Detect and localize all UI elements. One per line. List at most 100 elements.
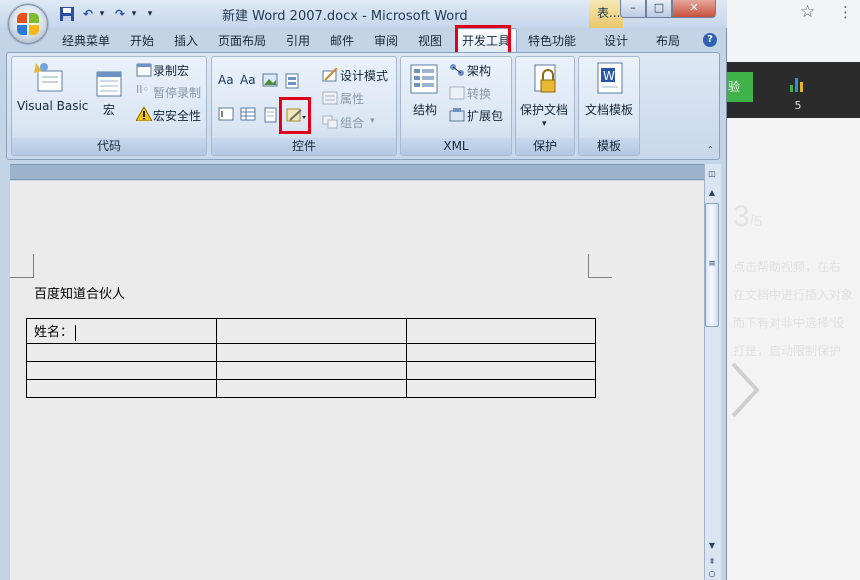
redo-dropdown-icon[interactable]: ▾ xyxy=(126,6,142,22)
group-controls: Aa Aa 设计模式 属性 组合 ▾ 控件 xyxy=(211,56,397,156)
name-label: 姓名： xyxy=(34,325,74,341)
help-icon[interactable]: ? xyxy=(703,33,717,47)
structure-button[interactable]: 结构 xyxy=(413,101,437,118)
record-macro-button[interactable]: 录制宏 xyxy=(153,62,189,79)
table-cell[interactable] xyxy=(26,361,217,380)
browser-menu-icon[interactable]: ⋮ xyxy=(838,2,853,22)
close-button[interactable]: ✕ xyxy=(672,0,716,18)
minimize-button[interactable]: – xyxy=(620,0,646,18)
table-cell[interactable] xyxy=(406,379,596,398)
background-text-line: 在文档中进行插入对象 xyxy=(733,288,854,302)
tab-design[interactable]: 设计 xyxy=(604,32,628,49)
group-xml: 结构 架构 转换 扩展包 XML xyxy=(400,56,512,156)
group-dropdown-icon: ▾ xyxy=(370,116,375,126)
transform-button: 转换 xyxy=(467,87,492,101)
minimize-ribbon-icon[interactable]: ⌃ xyxy=(707,145,714,154)
group-protect: 保护文档 ▾ 保护 xyxy=(515,56,575,156)
ruler xyxy=(10,164,704,180)
tab-view[interactable]: 视图 xyxy=(418,32,442,49)
scroll-down-icon[interactable]: ▼ xyxy=(705,540,719,552)
customize-qat-icon[interactable]: ▾ xyxy=(142,6,158,22)
pause-recording-button: 暂停录制 xyxy=(153,86,202,100)
group-templates: W 文档模板 模板 xyxy=(578,56,640,156)
margin-corner-mark xyxy=(588,254,612,278)
ribbon: Visual Basic 宏 录制宏 II◦ 暂停录制 宏安全性 代码 Aa A… xyxy=(6,52,720,160)
group-code: Visual Basic 宏 录制宏 II◦ 暂停录制 宏安全性 代码 xyxy=(11,56,207,156)
next-chevron-icon[interactable] xyxy=(731,360,771,420)
legacy-dropdown-icon[interactable] xyxy=(262,107,278,123)
background-text-line: 点击帮助视频，在右 xyxy=(733,260,842,274)
schema-button[interactable]: 架构 xyxy=(467,62,491,79)
maximize-button[interactable]: □ xyxy=(646,0,672,18)
schema-icon xyxy=(450,64,464,76)
tab-classic-menu[interactable]: 经典菜单 xyxy=(62,32,110,49)
document-template-icon: W xyxy=(597,62,623,94)
tab-mailings[interactable]: 邮件 xyxy=(330,32,354,49)
table-tools-context-tab: 表... xyxy=(589,0,623,28)
tab-page-layout[interactable]: 页面布局 xyxy=(218,32,266,49)
record-macro-icon xyxy=(136,63,152,77)
expansion-pack-button[interactable]: 扩展包 xyxy=(467,107,503,124)
view-ruler-icon[interactable]: ◫ xyxy=(705,168,719,180)
group-label-protect: 保护 xyxy=(516,138,574,155)
table-row xyxy=(26,379,596,398)
legacy-table-icon[interactable] xyxy=(240,107,256,121)
save-icon[interactable] xyxy=(59,6,75,22)
scroll-up-icon[interactable]: ▲ xyxy=(705,187,719,199)
select-browse-object-icon[interactable]: ○ xyxy=(705,568,719,580)
bookmark-star-icon[interactable]: ☆ xyxy=(800,2,820,22)
previous-page-icon[interactable]: ⇞ xyxy=(705,556,719,568)
protect-dropdown-icon[interactable]: ▾ xyxy=(542,119,547,129)
table-cell[interactable] xyxy=(216,361,407,380)
document-table[interactable]: 姓名： xyxy=(26,318,596,398)
background-text-line: 而下有对非中选择'设 xyxy=(733,316,845,330)
document-text: 百度知道合伙人 xyxy=(34,287,126,302)
group-label-code: 代码 xyxy=(12,138,206,155)
table-row xyxy=(26,343,596,362)
tab-layout[interactable]: 布局 xyxy=(656,32,680,49)
text-control-button[interactable]: Aa xyxy=(240,73,256,87)
background-step-indicator: 3/5 xyxy=(733,200,763,233)
table-cell[interactable] xyxy=(406,343,596,362)
design-mode-icon xyxy=(322,68,338,82)
picture-control-icon[interactable] xyxy=(262,73,278,87)
macro-security-button[interactable]: 宏安全性 xyxy=(153,107,201,124)
tab-special-features[interactable]: 特色功能 xyxy=(528,32,576,49)
group-label-xml: XML xyxy=(401,138,511,155)
legacy-text-icon[interactable] xyxy=(218,107,234,121)
table-cell[interactable]: 姓名： xyxy=(26,318,217,344)
group-label-templates: 模板 xyxy=(579,138,639,155)
undo-dropdown-icon[interactable]: ▾ xyxy=(94,6,110,22)
group-icon xyxy=(322,115,338,129)
background-green-button[interactable]: 验 xyxy=(727,72,753,102)
table-cell[interactable] xyxy=(216,343,407,362)
table-cell[interactable] xyxy=(26,379,217,398)
protect-document-button[interactable]: 保护文档 xyxy=(520,101,568,118)
macros-button[interactable]: 宏 xyxy=(103,101,115,118)
table-cell[interactable] xyxy=(406,318,596,344)
svg-text:W: W xyxy=(603,69,615,83)
tab-home[interactable]: 开始 xyxy=(130,32,154,49)
tab-insert[interactable]: 插入 xyxy=(174,32,198,49)
building-block-icon[interactable] xyxy=(284,73,300,89)
warning-icon xyxy=(136,107,152,121)
table-cell[interactable] xyxy=(216,379,407,398)
window-title: 新建 Word 2007.docx - Microsoft Word xyxy=(222,9,468,24)
visual-basic-icon xyxy=(34,63,63,92)
background-count: 5 xyxy=(794,99,802,112)
scroll-grip-icon: ≡ xyxy=(708,259,716,269)
tab-references[interactable]: 引用 xyxy=(286,32,310,49)
properties-icon xyxy=(322,91,338,105)
document-template-button[interactable]: 文档模板 xyxy=(585,101,633,118)
group-button: 组合 xyxy=(340,116,365,130)
pause-icon: II◦ xyxy=(136,83,149,96)
rich-text-control-button[interactable]: Aa xyxy=(218,73,234,87)
transform-icon xyxy=(449,86,465,100)
bar-chart-icon xyxy=(790,78,806,92)
design-mode-button[interactable]: 设计模式 xyxy=(340,67,388,84)
table-cell[interactable] xyxy=(26,343,217,362)
table-cell[interactable] xyxy=(216,318,407,344)
tab-review[interactable]: 审阅 xyxy=(374,32,398,49)
table-cell[interactable] xyxy=(406,361,596,380)
visual-basic-button[interactable]: Visual Basic xyxy=(17,99,88,113)
